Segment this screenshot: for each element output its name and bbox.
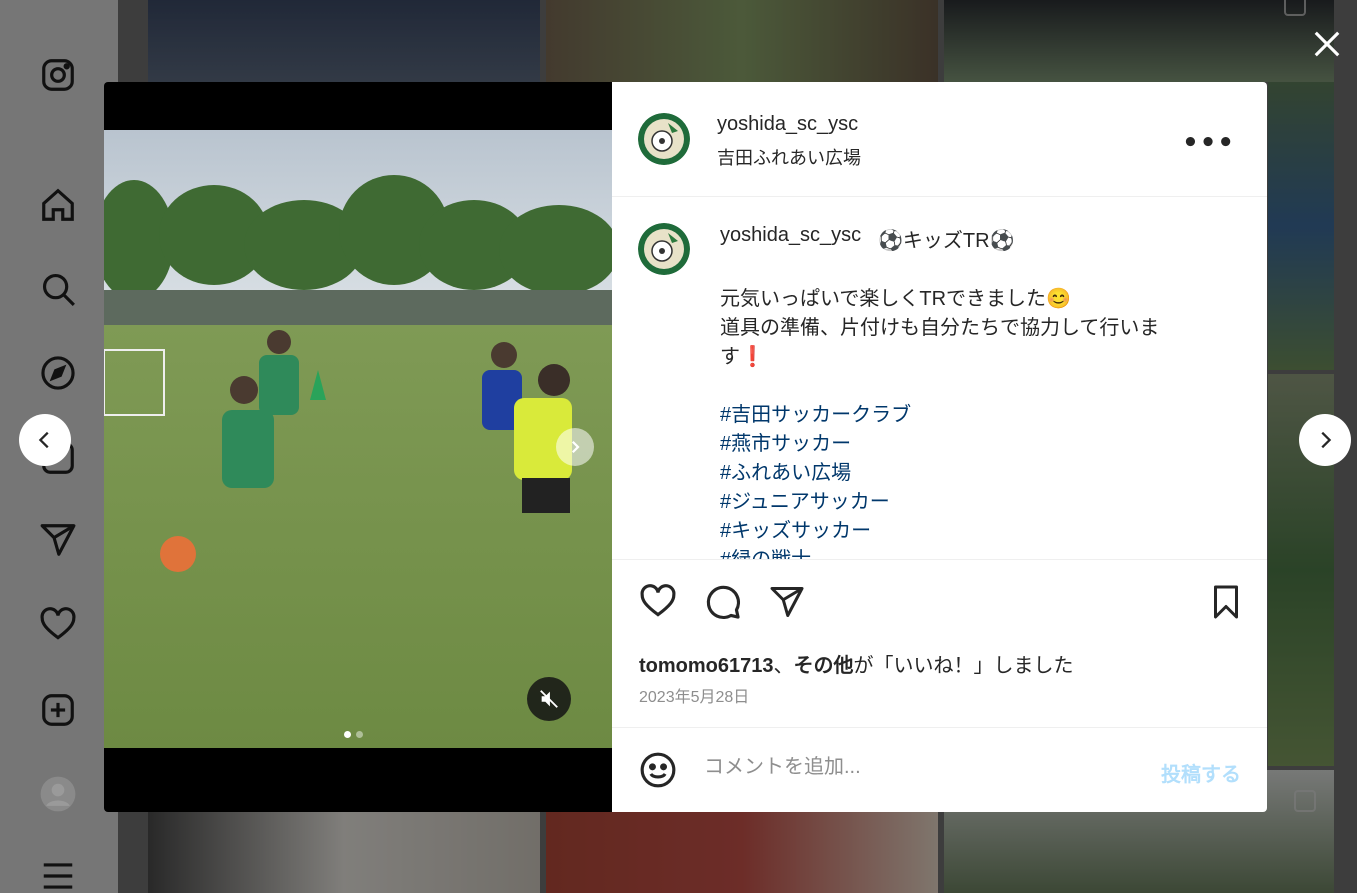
emoji-smiley-icon[interactable] xyxy=(638,750,678,790)
post-header: yoshida_sc_ysc 吉田ふれあい広場 ••• xyxy=(612,82,1267,197)
post-media xyxy=(104,82,612,812)
caption-line: 道具の準備、片付けも自分たちで協力して行いま xyxy=(720,317,1160,339)
chevron-left-icon xyxy=(38,431,49,449)
comment-bar: 投稿する xyxy=(612,727,1267,812)
close-modal-icon[interactable] xyxy=(1308,25,1346,63)
speaker-muted-icon xyxy=(540,690,558,708)
next-post-button[interactable] xyxy=(1299,414,1351,466)
hashtag-link[interactable]: #燕市サッカー xyxy=(720,427,851,456)
home-icon[interactable] xyxy=(38,185,78,225)
profile-avatar-icon[interactable] xyxy=(38,774,78,814)
mute-toggle-button[interactable] xyxy=(527,677,571,721)
author-avatar[interactable] xyxy=(638,113,690,165)
post-photo[interactable] xyxy=(104,130,612,748)
caption-username[interactable]: yoshida_sc_ysc xyxy=(720,224,861,247)
caption-title: ⚽キッズTR⚽ xyxy=(878,230,1015,252)
post-actions: tomomo61713、その他が「いいね！」しました 2023年5月28日 xyxy=(612,559,1267,727)
messages-send-icon[interactable] xyxy=(38,520,78,560)
previous-post-button[interactable] xyxy=(19,414,71,466)
hashtag-link[interactable]: #ふれあい広場 xyxy=(720,456,851,485)
create-plus-icon[interactable] xyxy=(38,690,78,730)
likes-separator: 、 xyxy=(773,655,794,677)
carousel-dot xyxy=(356,731,363,738)
carousel-inner-next-icon[interactable] xyxy=(556,428,594,466)
comment-bubble-icon[interactable] xyxy=(703,582,743,622)
comment-input[interactable] xyxy=(704,756,1124,779)
explore-compass-icon[interactable] xyxy=(38,353,78,393)
save-bookmark-icon[interactable] xyxy=(1206,582,1246,622)
carousel-dot-active xyxy=(344,731,351,738)
hashtag-link[interactable]: #緑の戦士 xyxy=(720,543,811,559)
post-modal: yoshida_sc_ysc 吉田ふれあい広場 ••• yoshida_sc_y… xyxy=(104,82,1267,812)
instagram-logo-icon[interactable] xyxy=(38,55,78,95)
post-side-panel: yoshida_sc_ysc 吉田ふれあい広場 ••• yoshida_sc_y… xyxy=(612,82,1267,812)
carousel-indicator xyxy=(344,731,363,738)
chevron-right-icon xyxy=(1321,431,1332,449)
hashtag-link[interactable]: #キッズサッカー xyxy=(720,514,871,543)
likes-others-link[interactable]: その他 xyxy=(794,655,854,677)
caption-author-avatar[interactable] xyxy=(638,223,690,275)
liker-username[interactable]: tomomo61713 xyxy=(639,655,774,677)
share-send-icon[interactable] xyxy=(767,582,807,622)
caption-line: 元気いっぱいで楽しくTRできました😊 xyxy=(720,288,1071,310)
notifications-heart-icon[interactable] xyxy=(38,605,78,645)
more-options-icon[interactable]: ••• xyxy=(1182,128,1235,158)
post-location[interactable]: 吉田ふれあい広場 xyxy=(717,144,861,170)
menu-hamburger-icon[interactable] xyxy=(38,856,78,893)
post-date[interactable]: 2023年5月28日 xyxy=(639,683,749,707)
post-comment-button[interactable]: 投稿する xyxy=(1161,758,1241,787)
like-heart-icon[interactable] xyxy=(638,582,678,622)
author-username[interactable]: yoshida_sc_ysc xyxy=(717,113,858,136)
hashtag-link[interactable]: #ジュニアサッカー xyxy=(720,485,890,514)
likes-summary[interactable]: tomomo61713、その他が「いいね！」しました xyxy=(639,649,1074,678)
caption-scroll-area[interactable]: yoshida_sc_ysc ⚽キッズTR⚽ 元気いっぱいで楽しくTRできました… xyxy=(612,197,1267,559)
likes-suffix: が「いいね！」しました xyxy=(853,655,1074,677)
caption-line: す❗ xyxy=(720,346,765,368)
hashtag-link[interactable]: #吉田サッカークラブ xyxy=(720,398,911,427)
search-icon[interactable] xyxy=(38,269,78,309)
